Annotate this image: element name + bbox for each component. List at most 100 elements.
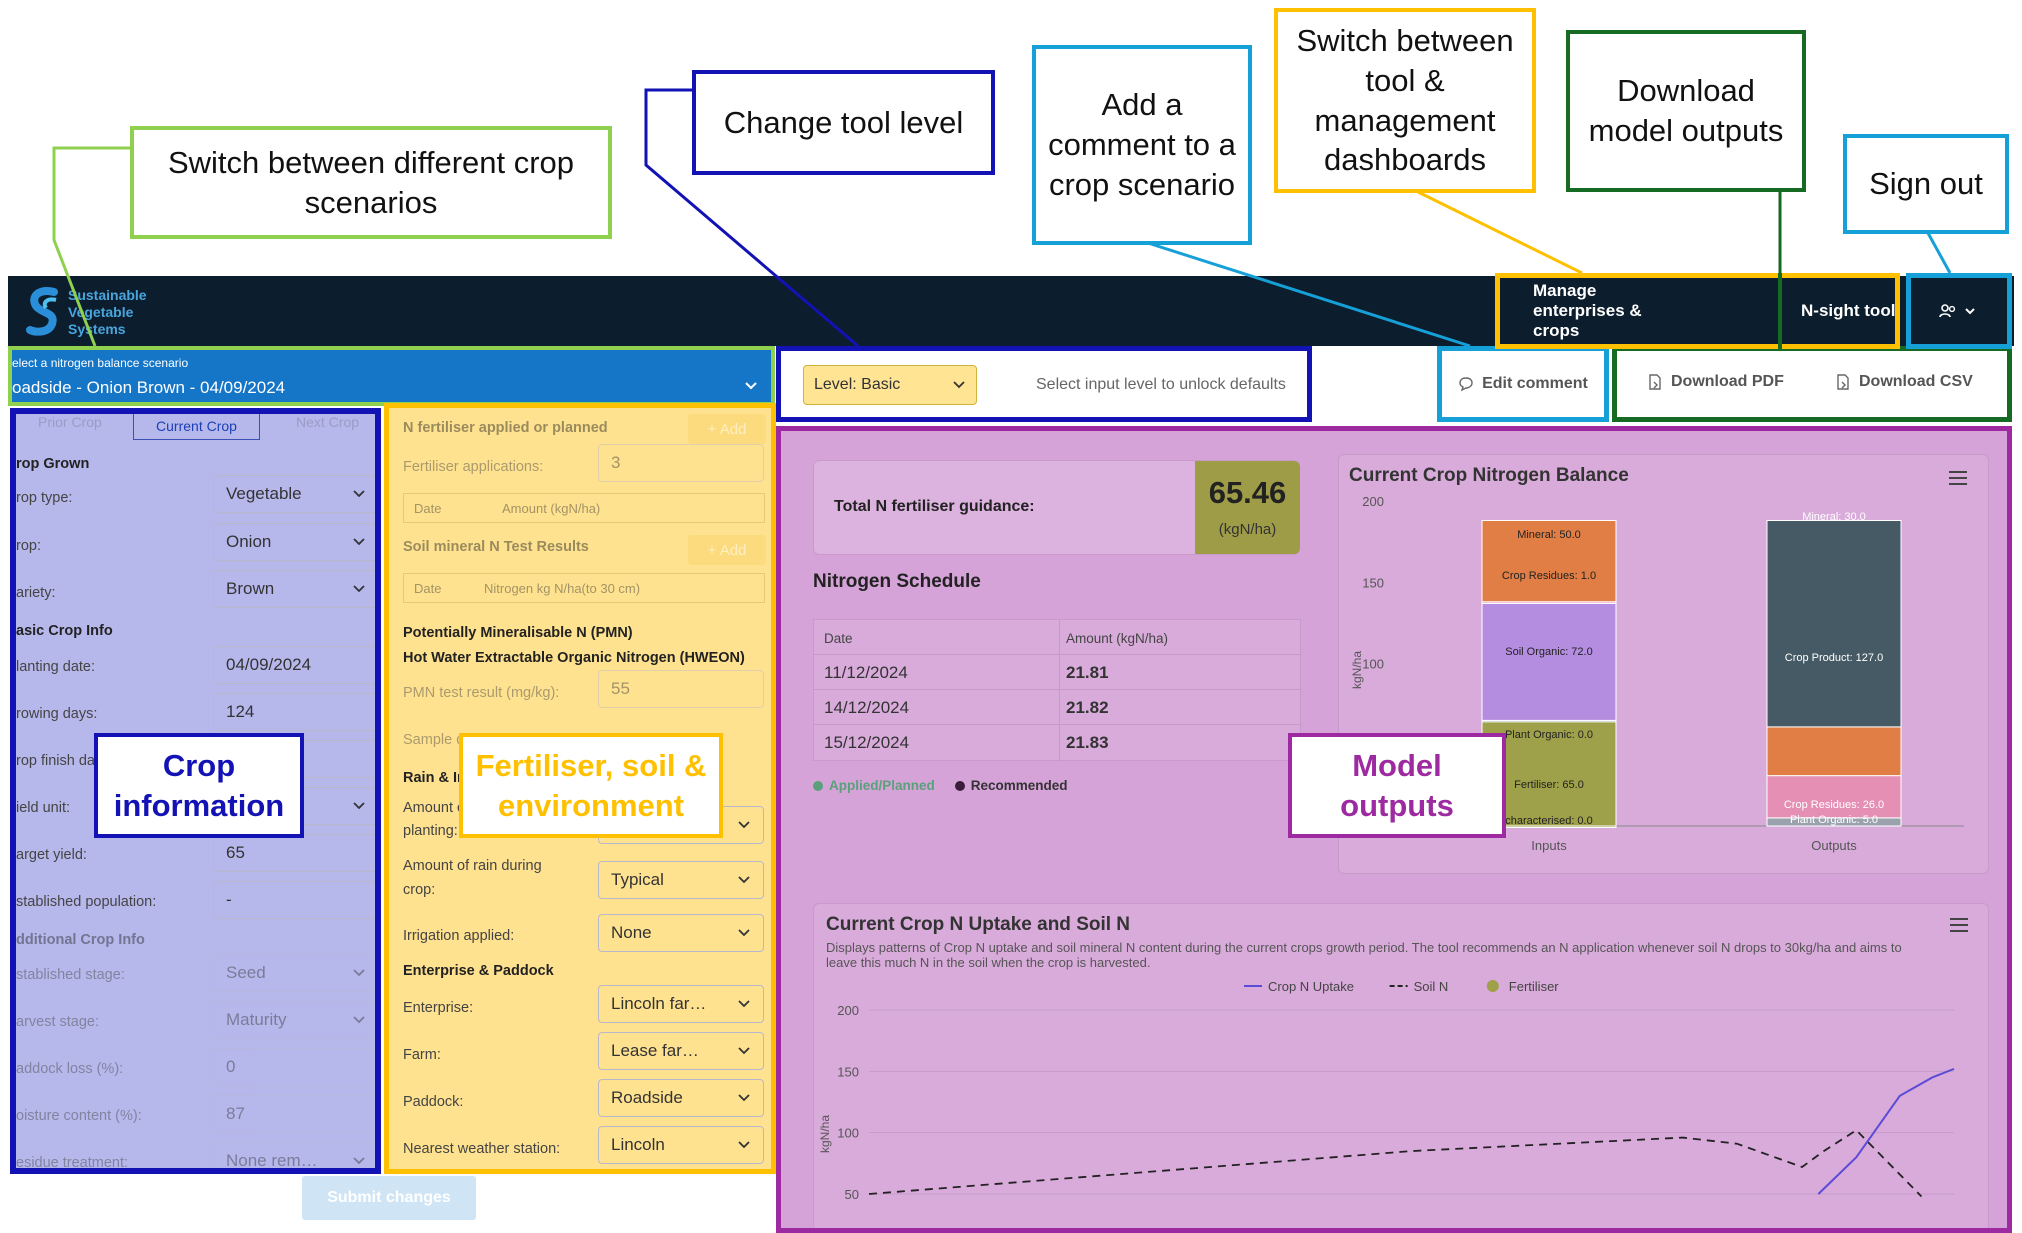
y-tick-label: 150 [837, 1064, 859, 1079]
table-row: 14/12/2024 21.82 [814, 690, 1302, 725]
bar-data-label: Crop Product: 127.0 [1785, 652, 1883, 664]
schedule-header-row: Date Amount (kgN/ha) [814, 620, 1302, 655]
chevron-down-icon [738, 929, 750, 937]
crop-n-uptake-line [1817, 1067, 1955, 1195]
add-fertiliser-button[interactable]: + Add [688, 414, 766, 444]
chevron-down-icon [353, 585, 365, 593]
weather-station-select[interactable]: Lincoln [598, 1126, 764, 1164]
table-row: 11/12/2024 21.81 [814, 655, 1302, 690]
weather-station-label: Nearest weather station: [403, 1141, 561, 1157]
guidance-value-box: 65.46 (kgN/ha) [1195, 461, 1300, 554]
variety-select[interactable]: Brown [213, 570, 375, 608]
callout-crop-scenarios: Switch between different crop scenarios [130, 126, 612, 239]
growing-days-input[interactable]: 124 [213, 693, 375, 731]
bar-data-label: Plant Organic: 5.0 [1790, 814, 1878, 826]
established-population-label: stablished population: [16, 894, 157, 910]
irrigation-label: Irrigation applied: [403, 928, 515, 944]
download-panel: Download PDF Download CSV [1612, 346, 2012, 422]
farm-label: Farm: [403, 1047, 441, 1063]
chevron-down-icon [353, 1157, 365, 1165]
dashboard-switch-highlight [1495, 273, 1900, 349]
download-pdf-button[interactable]: Download PDF [1647, 373, 1784, 391]
enterprise-paddock-header: Enterprise & Paddock [403, 963, 554, 979]
harvest-stage-select[interactable]: Maturity [213, 1001, 375, 1039]
rain-during-select[interactable]: Typical [598, 861, 764, 899]
y-tick-label: 150 [1362, 575, 1384, 590]
target-yield-input[interactable]: 65 [213, 834, 375, 872]
chevron-down-icon [738, 1000, 750, 1008]
pmn-test-input[interactable]: 55 [598, 670, 764, 708]
y-tick-label: 100 [837, 1126, 859, 1141]
divider [1778, 273, 1782, 349]
submit-changes-button[interactable]: Submit changes [302, 1176, 476, 1220]
fertiliser-applications-input[interactable]: 3 [598, 444, 764, 482]
chevron-down-icon [738, 1141, 750, 1149]
tab-next-crop[interactable]: Next Crop [296, 414, 359, 430]
section-crop-grown: rop Grown [16, 456, 90, 472]
paddock-loss-label: addock loss (%): [16, 1061, 124, 1077]
bar-data-label: characterised: 0.0 [1505, 815, 1592, 827]
schedule-legend: Applied/Planned Recommended [813, 778, 1068, 793]
add-soil-test-button[interactable]: + Add [688, 535, 766, 565]
legend-label: Soil N [1414, 979, 1449, 994]
download-csv-button[interactable]: Download CSV [1835, 373, 1973, 391]
brand-logo[interactable]: Sustainable Vegetable Systems [26, 286, 147, 338]
section-basic-crop-info: asic Crop Info [16, 623, 113, 639]
chevron-down-icon [353, 490, 365, 498]
crop-type-select[interactable]: Vegetable [213, 475, 375, 513]
tab-current-crop[interactable]: Current Crop [133, 414, 260, 440]
rain-irrigation-header: Rain & Ir [403, 770, 463, 786]
uptake-chart-svg: 50 100 150 200 kgN/ha Crop N Uptake Soil N Fert… [818, 979, 1955, 1202]
n-uptake-chart-card: Current Crop N Uptake and Soil N Display… [813, 903, 1989, 1228]
moisture-content-input[interactable]: 87 [213, 1095, 375, 1133]
residue-treatment-select[interactable]: None rem… [213, 1142, 375, 1168]
level-select[interactable]: Level: Basic [803, 365, 977, 405]
guidance-value: 65.46 [1208, 475, 1287, 510]
irrigation-select[interactable]: None [598, 914, 764, 952]
bar-segment [1766, 520, 1902, 728]
bar-data-label: Soil Organic: 72.0 [1505, 646, 1592, 658]
established-stage-select[interactable]: Seed [213, 954, 375, 992]
scenario-label: elect a nitrogen balance scenario [12, 356, 189, 370]
farm-select[interactable]: Lease far… [598, 1032, 764, 1070]
chevron-down-icon [353, 1016, 365, 1024]
tab-prior-crop[interactable]: Prior Crop [38, 414, 102, 430]
rain-during-label-1: Amount of rain during [403, 858, 542, 874]
n-fertiliser-header: N fertiliser applied or planned [403, 420, 608, 436]
brand-name: Sustainable Vegetable Systems [68, 286, 147, 337]
enterprise-select[interactable]: Lincoln far… [598, 985, 764, 1023]
edit-comment-button[interactable]: Edit comment [1437, 346, 1609, 422]
schedule-title: Nitrogen Schedule [813, 571, 981, 592]
residue-treatment-label: esidue treatment: [16, 1155, 129, 1171]
crop-select[interactable]: Onion [213, 523, 375, 561]
chevron-down-icon [953, 381, 965, 389]
pmn-header: Potentially Mineralisable N (PMN) [403, 625, 633, 641]
file-download-icon [1837, 374, 1849, 390]
chevron-down-icon [745, 382, 757, 390]
harvest-stage-label: arvest stage: [16, 1014, 100, 1030]
file-download-icon [1649, 374, 1661, 390]
paddock-select[interactable]: Roadside [598, 1079, 764, 1117]
soil-table-header: Date Nitrogen kg N/ha(to 30 cm) [403, 573, 765, 603]
callout-switch-dashboards: Switch between tool & management dashboa… [1274, 8, 1536, 193]
chevron-down-icon [738, 1094, 750, 1102]
paddock-loss-input[interactable]: 0 [213, 1048, 375, 1086]
crop-type-label: rop type: [16, 490, 73, 506]
rain-during-label-2: crop: [403, 882, 436, 898]
planting-date-input[interactable]: 04/09/2024 [213, 646, 375, 684]
variety-label: ariety: [16, 585, 56, 601]
chevron-down-icon [738, 876, 750, 884]
callout-crop-information: Crop information [94, 733, 304, 838]
bar-data-label: Mineral: 50.0 [1517, 529, 1581, 541]
bar-data-label: Plant Organic: 0.0 [1505, 729, 1593, 741]
established-population-input[interactable]: - [213, 881, 375, 919]
bar-segment [1766, 775, 1902, 819]
y-tick-label: 200 [1362, 494, 1384, 509]
legend-label: Crop N Uptake [1268, 979, 1354, 994]
scenario-selector[interactable]: elect a nitrogen balance scenario oadsid… [8, 346, 775, 406]
chevron-down-icon [738, 821, 750, 829]
y-tick-label: 50 [845, 1187, 859, 1202]
paddock-label: Paddock: [403, 1094, 464, 1110]
callout-fertiliser-environment: Fertiliser, soil & environment [459, 733, 723, 838]
comment-icon [1459, 377, 1473, 392]
